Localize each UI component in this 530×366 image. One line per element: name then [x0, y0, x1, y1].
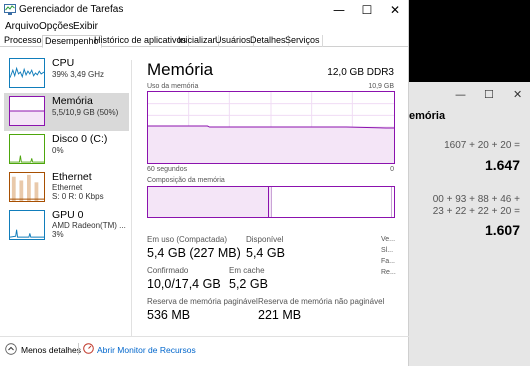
- calc-expression-2b: 23 + 22 + 22 + 20 =: [432, 206, 520, 217]
- cached-value: 5,2 GB: [229, 277, 268, 291]
- usage-graph-max: 10,9 GB: [368, 83, 394, 90]
- window-title: Gerenciador de Tarefas: [19, 4, 124, 15]
- tab-bar: Processos Desempenho Histórico de aplica…: [0, 35, 409, 48]
- sidebar-item-cpu-detail: 39% 3,49 GHz: [52, 70, 105, 79]
- sidebar-item-memoria-detail: 5,5/10,9 GB (50%): [52, 108, 119, 117]
- calc-minimize-button[interactable]: —: [455, 88, 466, 101]
- sidebar-item-disco-title: Disco 0 (C:): [52, 133, 108, 145]
- ethernet-thumbnail-graph: [9, 172, 45, 202]
- in-use-label: Em uso (Compactada): [147, 235, 228, 244]
- title-bar[interactable]: Gerenciador de Tarefas — ☐ ✕: [0, 0, 408, 20]
- footer-divider: [0, 336, 409, 337]
- sidebar-item-ethernet-title: Ethernet: [52, 171, 92, 183]
- memory-spec: 12,0 GB DDR3: [327, 67, 394, 78]
- open-resource-monitor-link[interactable]: Abrir Monitor de Recursos: [97, 345, 196, 355]
- page-title: Memória: [147, 60, 214, 79]
- sidebar-item-ethernet-rate: S: 0 R: 0 Kbps: [52, 192, 104, 201]
- speed-label-truncated: Ve...: [381, 236, 396, 243]
- disk-thumbnail-graph: [9, 134, 45, 164]
- menu-bar: Arquivo Opções Exibir: [0, 20, 408, 34]
- sidebar-item-ethernet[interactable]: Ethernet Ethernet S: 0 R: 0 Kbps: [4, 169, 129, 207]
- available-value: 5,4 GB: [246, 246, 285, 260]
- sidebar-item-memoria-title: Memória: [52, 95, 93, 107]
- graph-time-label: 60 segundos: [147, 166, 188, 173]
- background-desktop: [409, 0, 530, 86]
- calc-expression-2a: 00 + 93 + 88 + 46 +: [432, 194, 520, 205]
- available-label: Disponível: [246, 235, 284, 244]
- sidebar-item-cpu[interactable]: CPU 39% 3,49 GHz: [4, 55, 129, 93]
- maximize-button[interactable]: ☐: [352, 0, 382, 20]
- sidebar-item-ethernet-adapter: Ethernet: [52, 183, 83, 192]
- menu-arquivo[interactable]: Arquivo: [5, 21, 39, 32]
- tab-servicos[interactable]: Serviços: [283, 35, 323, 47]
- calc-maximize-button[interactable]: ☐: [484, 88, 494, 101]
- reserved-label-truncated: Re...: [381, 269, 396, 276]
- paged-pool-label: Reserva de memória paginável: [147, 297, 258, 306]
- committed-label: Confirmado: [147, 266, 189, 275]
- task-manager-icon: [4, 4, 16, 15]
- sidebar-item-gpu-title: GPU 0: [52, 209, 84, 221]
- calc-expression-1: 1607 + 20 + 20 =: [444, 140, 520, 151]
- chevron-up-icon[interactable]: [5, 343, 17, 355]
- memory-composition-bar: [147, 186, 395, 218]
- sidebar-item-gpu[interactable]: GPU 0 AMD Radeon(TM) ... 3%: [4, 207, 129, 245]
- composition-standby: [272, 187, 392, 217]
- in-use-value: 5,4 GB (227 MB): [147, 246, 241, 260]
- menu-opcoes[interactable]: Opções: [39, 21, 73, 32]
- gpu-thumbnail-graph: [9, 210, 45, 240]
- calc-close-button[interactable]: ✕: [513, 88, 522, 101]
- sidebar-item-disco[interactable]: Disco 0 (C:) 0%: [4, 131, 129, 169]
- nonpaged-pool-value: 221 MB: [258, 308, 302, 322]
- sidebar-divider: [131, 60, 132, 336]
- cpu-thumbnail-graph: [9, 58, 45, 88]
- committed-value: 10,0/17,4 GB: [147, 277, 221, 291]
- memory-thumbnail-graph: [9, 96, 45, 126]
- less-details-button[interactable]: Menos detalhes: [21, 345, 81, 355]
- paged-pool-value: 536 MB: [147, 308, 191, 322]
- sidebar-item-gpu-usage: 3%: [52, 230, 64, 239]
- sidebar-item-memoria[interactable]: Memória 5,5/10,9 GB (50%): [4, 93, 129, 131]
- slots-label-truncated: Sl...: [381, 247, 394, 254]
- sidebar-item-gpu-model: AMD Radeon(TM) ...: [52, 221, 126, 230]
- resource-monitor-icon: [83, 343, 94, 354]
- nonpaged-pool-label: Reserva de memória não paginável: [258, 297, 385, 306]
- calculator-window[interactable]: — ☐ ✕ emória 1607 + 20 + 20 = 1.647 00 +…: [409, 82, 530, 366]
- sidebar-item-cpu-title: CPU: [52, 57, 75, 69]
- calc-result-2: 1.607: [484, 222, 520, 238]
- minimize-button[interactable]: —: [324, 0, 354, 20]
- cached-label: Em cache: [229, 266, 265, 275]
- close-button[interactable]: ✕: [380, 0, 410, 20]
- usage-graph-label: Uso da memória: [147, 83, 199, 90]
- sidebar-item-disco-detail: 0%: [52, 146, 64, 155]
- calc-result-1: 1.647: [484, 157, 520, 173]
- tab-historico-aplicativos[interactable]: Histórico de aplicativos: [92, 35, 190, 47]
- menu-exibir[interactable]: Exibir: [73, 21, 98, 32]
- task-manager-window: Gerenciador de Tarefas — ☐ ✕ Arquivo Opç…: [0, 0, 409, 366]
- form-factor-label-truncated: Fa...: [381, 258, 396, 265]
- graph-zero-label: 0: [390, 166, 394, 173]
- composition-label: Composição da memória: [147, 177, 225, 184]
- memory-usage-graph: [147, 91, 395, 164]
- calc-title: emória: [409, 110, 446, 122]
- composition-in-use: [148, 187, 269, 217]
- footer-separator: [78, 343, 79, 355]
